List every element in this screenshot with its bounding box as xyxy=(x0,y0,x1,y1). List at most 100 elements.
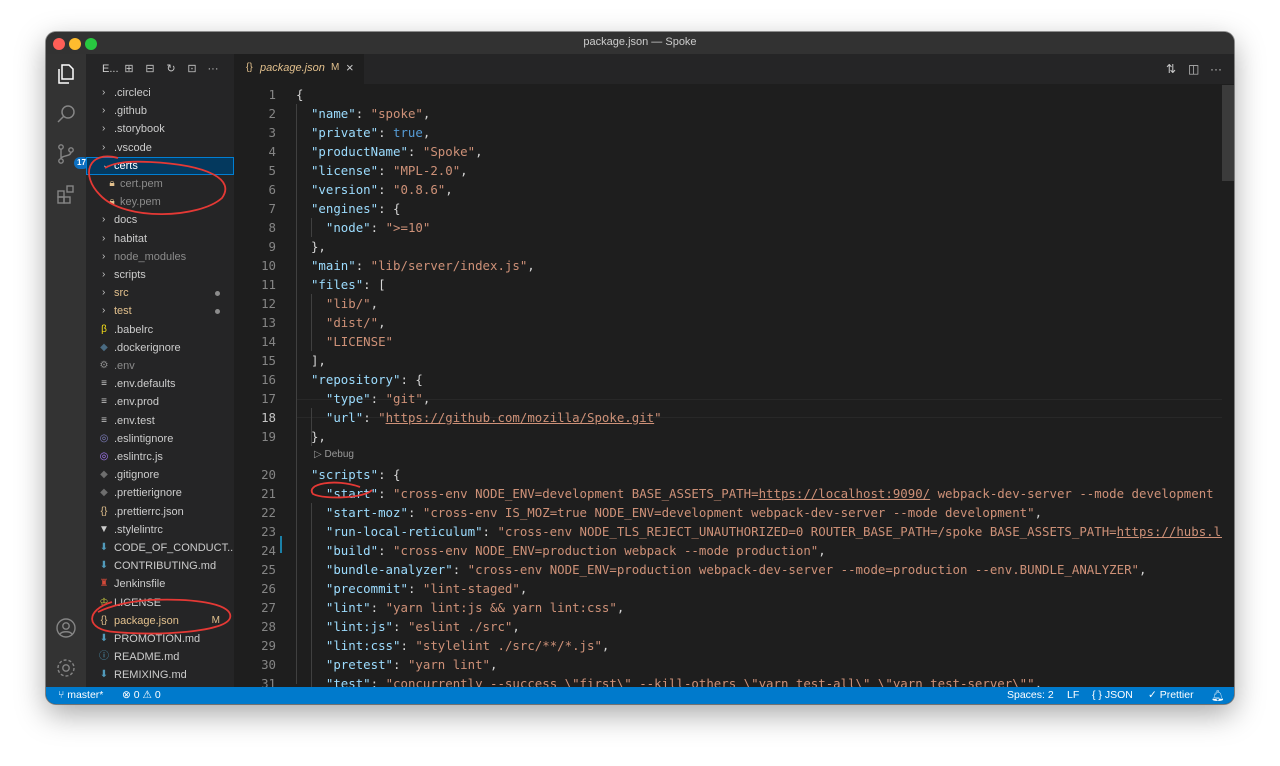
tree-item-label: README.md xyxy=(114,651,180,664)
tree-item-package-json[interactable]: {} package.json M xyxy=(86,612,234,630)
tree-item-label: .dockerignore xyxy=(114,341,181,354)
tree-item-env-prod[interactable]: ≡ .env.prod xyxy=(86,393,234,411)
prettier-indicator[interactable]: ✓ Prettier xyxy=(1148,689,1194,701)
tree-item-promotion-md[interactable]: ⬇ PROMOTION.md xyxy=(86,630,234,648)
tree-item-label: habitat xyxy=(114,232,148,245)
tree-item-node-modules[interactable]: › node_modules xyxy=(86,248,234,266)
refresh-icon[interactable]: ↻ xyxy=(164,62,178,76)
indentation-indicator[interactable]: Spaces: 2 xyxy=(1007,689,1054,701)
vertical-scrollbar[interactable] xyxy=(1222,85,1234,687)
new-folder-icon[interactable]: ⊟ xyxy=(143,62,157,76)
chevron-right-icon: › xyxy=(102,214,106,226)
line-number: 8 xyxy=(268,220,276,235)
tree-item-code-of-conduct[interactable]: ⬇ CODE_OF_CONDUCT.... xyxy=(86,539,234,557)
tree-item-scripts[interactable]: › scripts xyxy=(86,266,234,284)
settings-gear-icon[interactable] xyxy=(54,656,78,680)
tree-item-env[interactable]: ⚙ .env xyxy=(86,357,234,375)
tree-item-prettierrc-json[interactable]: {} .prettierrc.json xyxy=(86,503,234,521)
error-count: 0 xyxy=(133,689,140,701)
status-bar: ⑂ master* ⊗ 0 ⚠ 0 Spaces: 2 LF { } JSON … xyxy=(46,687,1234,704)
tree-item-circleci[interactable]: › .circleci xyxy=(86,84,234,102)
tree-item-cert-pem[interactable]: 🔒︎ cert.pem xyxy=(86,175,234,193)
tree-item-docs[interactable]: › docs xyxy=(86,211,234,229)
line-number: 5 xyxy=(268,163,276,178)
line-number: 2 xyxy=(268,106,276,121)
branch-indicator[interactable]: ⑂ master* xyxy=(58,689,103,701)
tree-item-certs[interactable]: ⌄ certs xyxy=(86,156,234,175)
tree-item-readme-md[interactable]: ⓘ README.md xyxy=(86,648,234,666)
line-number: 24 xyxy=(261,543,276,558)
code-editor[interactable]: 1{2 "name": "spoke", 3 "private": true, 4 … xyxy=(234,85,1234,687)
text-file-icon: ≡ xyxy=(101,396,107,408)
tree-item-label: CONTRIBUTING.md xyxy=(114,560,217,573)
tree-item-license[interactable]: ♔ LICENSE xyxy=(86,594,234,612)
problems-indicator[interactable]: ⊗ 0 ⚠ 0 xyxy=(122,689,161,701)
code-text: "test": "concurrently --success \"first\… xyxy=(325,676,1043,687)
search-icon[interactable] xyxy=(54,102,78,126)
json-file-icon: {} xyxy=(246,62,253,73)
tree-item-src[interactable]: › src xyxy=(86,284,234,302)
tree-item-storybook[interactable]: › .storybook xyxy=(86,120,234,138)
notifications-bell-icon[interactable]: 🔔︎ xyxy=(1211,689,1224,702)
line-number: 7 xyxy=(268,201,276,216)
source-control-icon[interactable]: 17 xyxy=(54,142,89,169)
code-text: "lib/", xyxy=(325,296,379,311)
tree-item-label: .storybook xyxy=(114,123,165,136)
tree-item-env-test[interactable]: ≡ .env.test xyxy=(86,412,234,430)
tree-item-contributing-md[interactable]: ⬇ CONTRIBUTING.md xyxy=(86,557,234,575)
tree-item-prettierignore[interactable]: ◆ .prettierignore xyxy=(86,484,234,502)
babel-icon: β xyxy=(101,323,107,335)
tree-item-habitat[interactable]: › habitat xyxy=(86,230,234,248)
language-mode[interactable]: { } JSON xyxy=(1092,689,1133,701)
tree-item-label: key.pem xyxy=(120,196,161,209)
tree-item-key-pem[interactable]: 🔒︎ key.pem xyxy=(86,193,234,211)
collapse-all-icon[interactable]: ⊡ xyxy=(185,62,199,76)
tree-item-remixing-md[interactable]: ⬇ REMIXING.md xyxy=(86,666,234,684)
tree-item-label: REMIXING.md xyxy=(114,669,187,682)
code-text: "LICENSE" xyxy=(325,334,394,349)
tree-item-vscode[interactable]: › .vscode xyxy=(86,139,234,157)
chevron-right-icon: › xyxy=(102,123,106,135)
new-file-icon[interactable]: ⊞ xyxy=(122,62,136,76)
code-line: 24 "build": "cross-env NODE_ENV=producti… xyxy=(234,541,1234,560)
tree-item-label: .prettierrc.json xyxy=(114,505,184,518)
code-line: 6 "version": "0.8.6", xyxy=(234,180,1234,199)
tree-item-eslintignore[interactable]: ◎ .eslintignore xyxy=(86,430,234,448)
tree-item-github[interactable]: › .github xyxy=(86,102,234,120)
tab-close-icon[interactable]: × xyxy=(346,60,354,75)
more-actions-icon[interactable]: ··· xyxy=(206,62,220,76)
tree-item-label: docs xyxy=(114,214,138,227)
code-line: 7 "engines": { xyxy=(234,199,1234,218)
tree-item-label: Jenkinsfile xyxy=(114,578,166,591)
tree-item-eslintrc-js[interactable]: ◎ .eslintrc.js xyxy=(86,448,234,466)
tree-item-label: test xyxy=(114,305,132,318)
code-line: 10 "main": "lib/server/index.js", xyxy=(234,256,1234,275)
tree-item-test[interactable]: › test xyxy=(86,302,234,320)
tab-modified-indicator: M xyxy=(331,62,340,73)
chevron-right-icon: › xyxy=(102,305,106,317)
tree-item-label: .babelrc xyxy=(114,323,154,336)
chevron-right-icon: › xyxy=(102,232,106,244)
line-number: 10 xyxy=(261,258,276,273)
tree-item-env-defaults[interactable]: ≡ .env.defaults xyxy=(86,375,234,393)
code-text: "precommit": "lint-staged", xyxy=(325,581,528,596)
tree-item-dockerignore[interactable]: ◆ .dockerignore xyxy=(86,339,234,357)
split-editor-icon[interactable]: ◫ xyxy=(1188,62,1199,76)
explorer-header: E... ⊞ ⊟ ↻ ⊡ ··· xyxy=(86,54,234,84)
scrollbar-thumb[interactable] xyxy=(1222,85,1234,181)
line-number: 19 xyxy=(261,429,276,444)
extensions-icon[interactable] xyxy=(54,182,78,206)
explorer-icon[interactable] xyxy=(54,62,78,86)
debug-codelens[interactable]: ▷ Debug xyxy=(314,449,354,460)
formatter-label: Prettier xyxy=(1159,689,1194,701)
tree-item-babelrc[interactable]: β .babelrc xyxy=(86,321,234,339)
tree-item-gitignore[interactable]: ◆ .gitignore xyxy=(86,466,234,484)
editor-more-actions-icon[interactable]: ··· xyxy=(1210,62,1222,76)
open-changes-icon[interactable]: ⇅ xyxy=(1166,62,1176,76)
line-number: 21 xyxy=(261,486,276,501)
tree-item-jenkinsfile[interactable]: ♜ Jenkinsfile xyxy=(86,575,234,593)
tab-package-json[interactable]: {} package.json M × xyxy=(234,54,364,84)
account-icon[interactable] xyxy=(54,616,78,640)
tree-item-stylelintrc[interactable]: ▼ .stylelintrc xyxy=(86,521,234,539)
eol-indicator[interactable]: LF xyxy=(1067,689,1079,701)
